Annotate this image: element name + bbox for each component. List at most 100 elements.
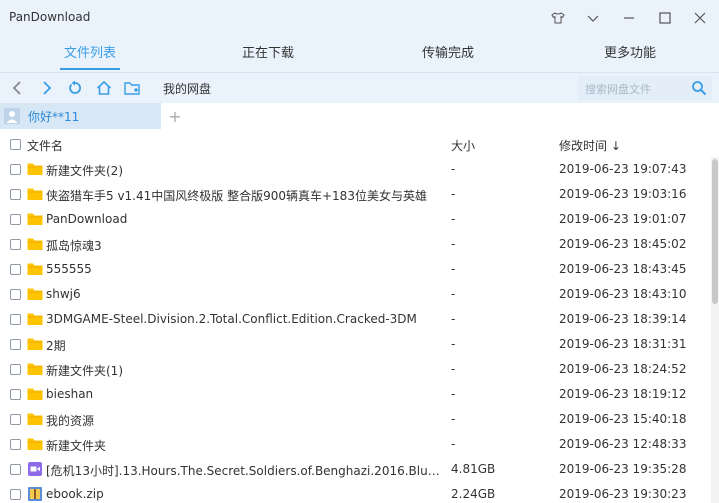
- file-row[interactable]: 2期 - 2019-06-23 18:31:31: [0, 332, 711, 357]
- file-size: -: [451, 312, 456, 326]
- search-button[interactable]: [689, 78, 709, 98]
- tab-downloading[interactable]: 正在下载: [178, 36, 358, 72]
- file-row[interactable]: [危机13小时].13.Hours.The.Secret.Soldiers.of…: [0, 457, 711, 482]
- plus-icon: +: [168, 106, 182, 126]
- maximize-button[interactable]: [653, 6, 677, 30]
- current-path: 我的网盘: [163, 82, 212, 96]
- row-checkbox[interactable]: [10, 414, 21, 425]
- arrow-right-icon: [43, 81, 52, 95]
- file-modified: 2019-06-23 19:07:43: [559, 162, 687, 176]
- file-size: -: [451, 212, 456, 226]
- zip-icon: [27, 487, 43, 501]
- row-checkbox[interactable]: [10, 439, 21, 450]
- column-modified[interactable]: 修改时间 ↓: [559, 137, 621, 154]
- row-checkbox[interactable]: [10, 214, 21, 225]
- file-size: -: [451, 162, 456, 176]
- file-row[interactable]: 555555 - 2019-06-23 18:43:45: [0, 257, 711, 282]
- file-name: bieshan: [46, 387, 94, 401]
- row-checkbox[interactable]: [10, 289, 21, 300]
- new-folder-icon: [124, 82, 140, 95]
- file-size: -: [451, 337, 456, 351]
- column-size[interactable]: 大小: [451, 137, 475, 154]
- file-size: 2.24GB: [451, 487, 496, 501]
- scrollbar-thumb[interactable]: [712, 159, 718, 304]
- new-folder-button[interactable]: [121, 76, 145, 100]
- row-checkbox[interactable]: [10, 389, 21, 400]
- back-button[interactable]: [6, 76, 30, 100]
- minimize-button[interactable]: [617, 6, 641, 30]
- home-button[interactable]: [92, 76, 116, 100]
- tab-more-features[interactable]: 更多功能: [540, 36, 719, 72]
- row-checkbox[interactable]: [10, 464, 21, 475]
- file-modified: 2019-06-23 18:31:31: [559, 337, 687, 351]
- file-row[interactable]: 3DMGAME-Steel.Division.2.Total.Conflict.…: [0, 307, 711, 332]
- file-name: [危机13小时].13.Hours.The.Secret.Soldiers.of…: [46, 464, 441, 478]
- tab-label: 更多功能: [603, 46, 656, 61]
- file-name: 我的资源: [46, 414, 95, 428]
- file-list-header: 文件名 大小 修改时间 ↓: [0, 131, 719, 157]
- forward-button[interactable]: [34, 76, 58, 100]
- file-name: 555555: [46, 262, 92, 276]
- account-tabs: 你好**11 +: [0, 103, 719, 129]
- file-modified: 2019-06-23 19:30:23: [559, 487, 687, 501]
- tab-completed[interactable]: 传输完成: [358, 36, 538, 72]
- file-name: 新建文件夹(1): [46, 364, 123, 378]
- folder-icon: [27, 287, 43, 301]
- file-row[interactable]: shwj6 - 2019-06-23 18:43:10: [0, 282, 711, 307]
- menu-dropdown-button[interactable]: [581, 6, 605, 30]
- file-modified: 2019-06-23 15:40:18: [559, 412, 687, 426]
- file-size: -: [451, 437, 456, 451]
- file-modified: 2019-06-23 18:43:45: [559, 262, 687, 276]
- file-name: 孤岛惊魂3: [46, 239, 102, 253]
- file-modified: 2019-06-23 18:19:12: [559, 387, 687, 401]
- folder-icon: [27, 337, 43, 351]
- file-modified: 2019-06-23 19:03:16: [559, 187, 687, 201]
- file-row[interactable]: ebook.zip 2.24GB 2019-06-23 19:30:23: [0, 482, 711, 503]
- account-tab[interactable]: 你好**11: [0, 103, 161, 129]
- vertical-scrollbar[interactable]: [711, 157, 719, 503]
- row-checkbox[interactable]: [10, 264, 21, 275]
- tab-file-list[interactable]: 文件列表: [0, 36, 180, 72]
- tab-label: 文件列表: [63, 46, 116, 61]
- file-name: ebook.zip: [46, 487, 104, 501]
- file-row[interactable]: 新建文件夹(1) - 2019-06-23 18:24:52: [0, 357, 711, 382]
- avatar: [4, 108, 20, 124]
- file-name: shwj6: [46, 287, 81, 301]
- file-row[interactable]: 孤岛惊魂3 - 2019-06-23 18:45:02: [0, 232, 711, 257]
- row-checkbox[interactable]: [10, 339, 21, 350]
- home-icon: [96, 80, 112, 95]
- file-row[interactable]: 我的资源 - 2019-06-23 15:40:18: [0, 407, 711, 432]
- row-checkbox[interactable]: [10, 189, 21, 200]
- row-checkbox[interactable]: [10, 239, 21, 250]
- file-modified: 2019-06-23 18:43:10: [559, 287, 687, 301]
- file-size: -: [451, 287, 456, 301]
- row-checkbox[interactable]: [10, 364, 21, 375]
- app-title: PanDownload: [9, 10, 91, 24]
- file-row[interactable]: 新建文件夹(2) - 2019-06-23 19:07:43: [0, 157, 711, 182]
- file-list: 新建文件夹(2) - 2019-06-23 19:07:43 侠盗猎车手5 v1.41…: [0, 157, 711, 503]
- file-row[interactable]: 侠盗猎车手5 v1.41中国风终极版 整合版900辆真车+183位美女与英雄 - 2…: [0, 182, 711, 207]
- row-checkbox[interactable]: [10, 314, 21, 325]
- close-icon: [694, 12, 706, 24]
- select-all-checkbox[interactable]: [10, 139, 21, 150]
- skin-button[interactable]: [546, 6, 570, 30]
- active-tab-indicator: [60, 68, 120, 70]
- file-name: 3DMGAME-Steel.Division.2.Total.Conflict.…: [46, 312, 417, 326]
- refresh-button[interactable]: [63, 76, 87, 100]
- file-size: -: [451, 187, 456, 201]
- file-row[interactable]: 新建文件夹 - 2019-06-23 12:48:33: [0, 432, 711, 457]
- column-name[interactable]: 文件名: [27, 137, 63, 154]
- add-account-button[interactable]: +: [162, 103, 188, 129]
- search-box: [578, 76, 712, 100]
- search-input[interactable]: [583, 79, 687, 99]
- file-row[interactable]: bieshan - 2019-06-23 18:19:12: [0, 382, 711, 407]
- row-checkbox[interactable]: [10, 489, 21, 500]
- file-size: -: [451, 237, 456, 251]
- search-icon: [692, 81, 707, 96]
- chevron-down-icon: [587, 15, 599, 22]
- file-modified: 2019-06-23 19:35:28: [559, 462, 687, 476]
- row-checkbox[interactable]: [10, 164, 21, 175]
- file-row[interactable]: PanDownload - 2019-06-23 19:01:07: [0, 207, 711, 232]
- user-icon: [6, 111, 18, 123]
- close-button[interactable]: [688, 6, 712, 30]
